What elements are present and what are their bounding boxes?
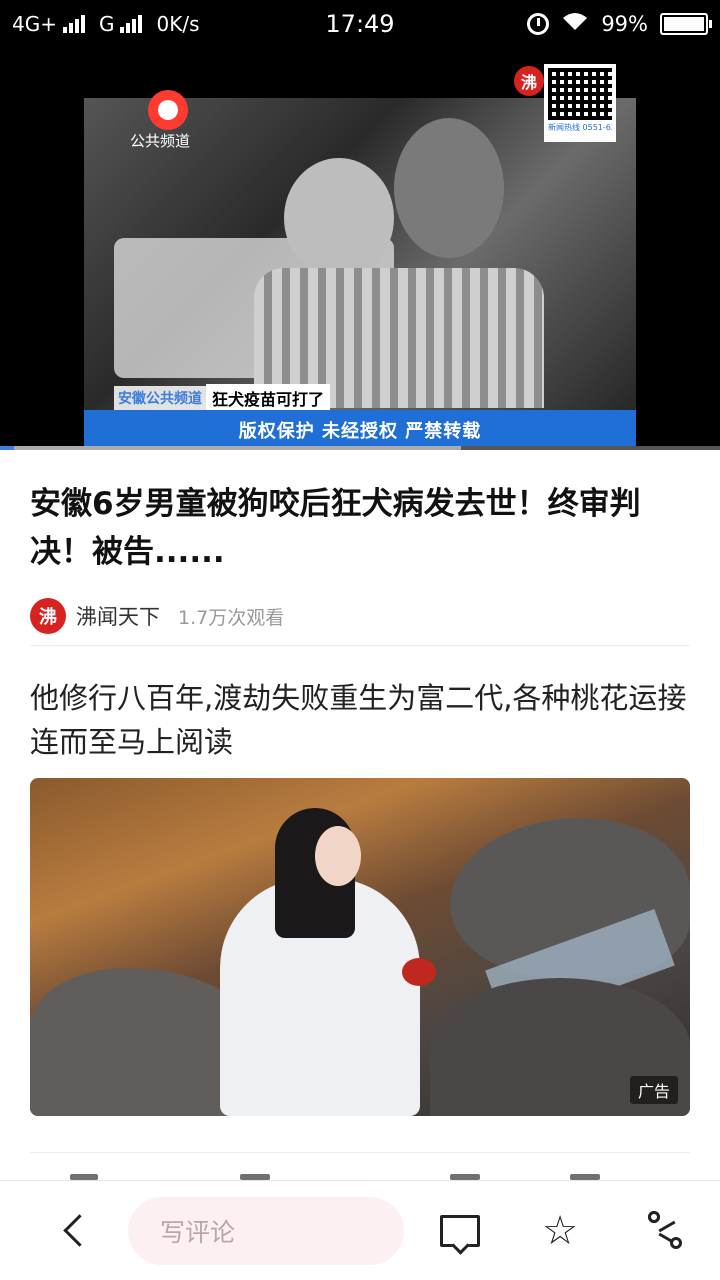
copyright-banner: 版权保护 未经授权 严禁转载 [84, 410, 636, 450]
video-player[interactable]: 公共频道 安徽公共频道 狂犬疫苗可打了 版权保护 未经授权 严禁转载 沸 新闻热… [0, 50, 720, 450]
status-bar: 4G+ G 0K/s 17:49 99% [0, 0, 720, 50]
source-name[interactable]: 沸闻天下 [76, 601, 160, 631]
video-progress-bar[interactable] [0, 446, 720, 450]
ad-image-cup [402, 958, 436, 986]
divider [30, 1152, 690, 1153]
back-arrow-icon[interactable] [54, 1211, 94, 1251]
ad-image[interactable]: 广告 [30, 778, 690, 1116]
ad-badge: 广告 [629, 1076, 678, 1104]
channel-name: 公共频道 [130, 132, 191, 150]
video-caption: 安徽公共频道 狂犬疫苗可打了 [114, 384, 331, 412]
video-frame: 公共频道 安徽公共频道 狂犬疫苗可打了 版权保护 未经授权 严禁转载 [84, 90, 636, 450]
qr-label: 新闻热线 0551-63459191 [548, 123, 612, 132]
ad-image-face [315, 826, 361, 886]
video-scene-adult [394, 118, 504, 258]
article-meta: 沸 沸闻天下 1.7万次观看 [30, 598, 284, 634]
corner-logo-icon: 沸 [514, 66, 544, 96]
star-icon[interactable]: ☆ [540, 1211, 580, 1251]
share-icon[interactable] [648, 1211, 688, 1251]
view-count: 1.7万次观看 [178, 606, 285, 629]
qr-code-icon [548, 68, 612, 120]
comment-icon[interactable] [438, 1211, 480, 1251]
qr-code: 新闻热线 0551-63459191 [544, 64, 616, 142]
divider [30, 645, 690, 646]
video-progress [0, 446, 15, 450]
alarm-icon [527, 13, 550, 35]
article-title: 安徽6岁男童被狗咬后狂犬病发去世！终审判决！被告...... [30, 486, 641, 570]
channel-logo-icon [148, 90, 188, 130]
caption-channel: 安徽公共频道 [114, 386, 206, 410]
ad-title[interactable]: 他修行八百年,渡劫失败重生为富二代,各种桃花运接连而至马上阅读 [30, 676, 700, 764]
comment-input[interactable]: 写评论 [128, 1197, 404, 1265]
caption-text: 狂犬疫苗可打了 [206, 384, 331, 412]
video-buffer [0, 446, 461, 450]
bottom-toolbar: 写评论 ☆ [0, 1180, 720, 1280]
battery-level [664, 17, 704, 31]
status-right: 99% [527, 10, 712, 38]
next-item-preview [30, 1164, 690, 1180]
wifi-icon [561, 10, 589, 38]
battery-icon [660, 13, 712, 35]
video-scene-child [284, 158, 394, 278]
source-avatar[interactable]: 沸 [30, 598, 66, 634]
battery-percent: 99% [601, 12, 648, 36]
